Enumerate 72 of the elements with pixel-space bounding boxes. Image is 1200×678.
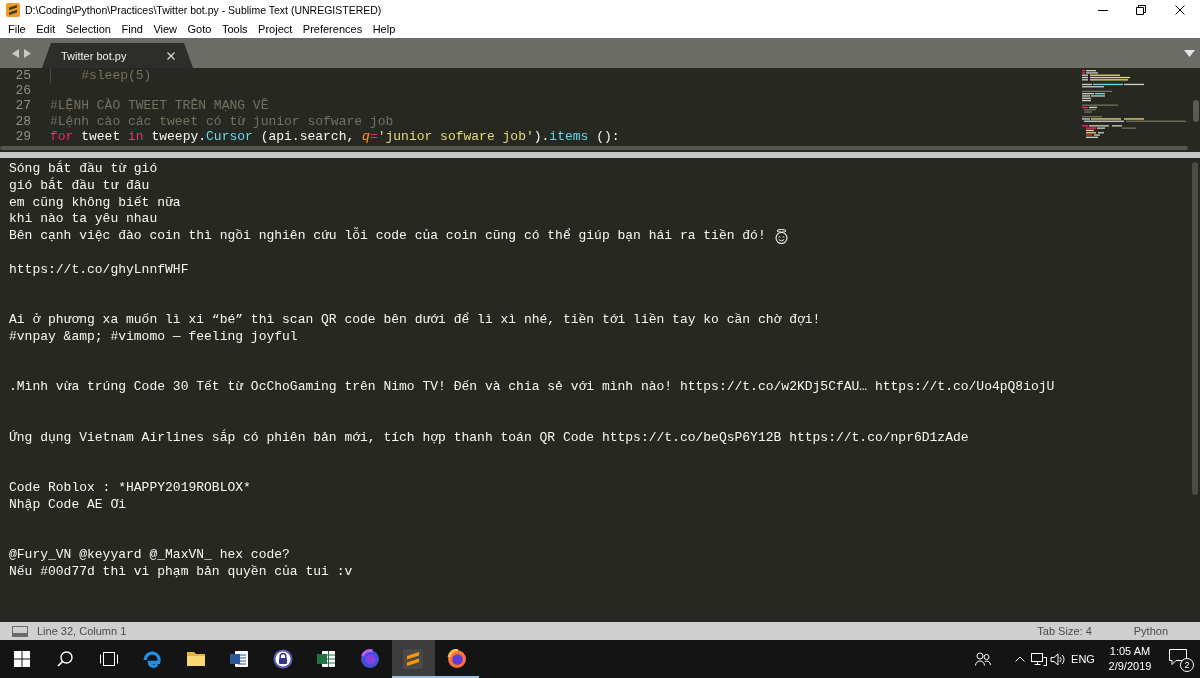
- status-text[interactable]: Tab Size: 4: [1037, 625, 1092, 637]
- scrollbar[interactable]: [0, 146, 1188, 150]
- browser-globe-icon: [446, 649, 467, 669]
- padlock-icon: [272, 649, 293, 669]
- status-text: Line 32, Column 1: [37, 625, 127, 637]
- output-line: Nếu #00d77d thì vi phạm bản quyền của tui :v: [9, 564, 353, 581]
- scrollbar[interactable]: [1192, 162, 1198, 495]
- volume-icon[interactable]: [1049, 652, 1065, 666]
- clock-time[interactable]: 1:05 AM: [1109, 644, 1151, 659]
- document-icon: [229, 649, 250, 669]
- output-line: Sóng bắt đầu từ gió: [9, 161, 158, 177]
- code-line: #LỆNH CÀO TWEET TRÊN MẠNG VỀ: [50, 98, 269, 114]
- menu-item[interactable]: Edit: [31, 21, 61, 36]
- output-line: gió bắt đầu tư đâu: [9, 177, 150, 195]
- menu-item[interactable]: View: [148, 21, 183, 36]
- output-line: em cũng không biết nữa: [9, 194, 181, 212]
- output-line: https://t.co/ghyLnnfWHF: [9, 261, 189, 279]
- language-indicator[interactable]: ENG: [1071, 653, 1095, 665]
- output-line: Ai ở phương xa muốn lì xi “bé” thì scan QR code bên dưới để lì xì nhé, tiền tới liền tay ko cần chờ đợi!: [9, 312, 821, 329]
- code-line: for tweet in tweepy.Cursor (api.search, q='junior sofware job').items ():: [50, 128, 620, 144]
- scrollbar[interactable]: [1193, 100, 1199, 122]
- people-icon[interactable]: [975, 652, 991, 666]
- file-tab[interactable]: Twitter bot.py: [42, 43, 193, 68]
- browser-icon: [142, 649, 163, 669]
- line-number: 29: [15, 128, 31, 144]
- status-text[interactable]: Python: [1133, 625, 1168, 637]
- menu-item[interactable]: Tools: [216, 21, 253, 36]
- close-icon: [1175, 4, 1185, 15]
- output-line: Nhập Code AE Ơi: [9, 496, 127, 514]
- output-line: khi nào ta yêu nhau: [9, 211, 158, 229]
- code-line: #sleep(5): [81, 68, 152, 84]
- panel-icon[interactable]: [12, 625, 28, 637]
- network-icon[interactable]: [1031, 652, 1047, 666]
- menu-item[interactable]: Help: [367, 21, 401, 36]
- taskbar-button[interactable]: [391, 640, 435, 678]
- action-center-button[interactable]: 2: [1169, 649, 1191, 669]
- restore-icon: [1136, 4, 1146, 15]
- window-title: D:\Coding\Python\Practices\Twitter bot.py - Sublime Text (UNREGISTERED): [25, 3, 382, 16]
- close-icon[interactable]: [167, 51, 175, 60]
- search-icon: [57, 651, 74, 667]
- line-number: 28: [15, 113, 31, 129]
- output-line: Code Roblox : *HAPPY2019ROBLOX*: [9, 480, 251, 497]
- menu-item[interactable]: Find: [116, 21, 149, 36]
- line-number: 27: [15, 98, 31, 114]
- minimap[interactable]: [1082, 70, 1186, 138]
- browser-globe-icon: [359, 649, 380, 669]
- output-line: .Mình vừa trúng Code 30 Tết từ OcChoGaming trên Nimo TV! Đến và chia sẻ với mình nào! https://t.co/w2KDj5CfAU… https://t.co/Uo4pQ8iojU: [9, 379, 1055, 397]
- right-arrow-icon[interactable]: [24, 48, 31, 58]
- output-line: Ứng dụng Vietnam Airlines sắp có phiên bản mới, tích hợp thanh toán QR Code https://t.co/beQsP6Y12B https://t.co/npr6D1zAde: [9, 429, 969, 447]
- menu-item[interactable]: Preferences: [297, 21, 368, 36]
- speech-bubble-icon: [1169, 649, 1187, 665]
- app-logo-icon: [6, 2, 20, 17]
- line-number: 26: [15, 83, 31, 99]
- clock-date[interactable]: 2/9/2019: [1108, 659, 1152, 674]
- chevron-up-icon[interactable]: [1015, 656, 1025, 662]
- menu-item[interactable]: Selection: [60, 21, 117, 36]
- app-logo-icon: [403, 649, 424, 669]
- output-line: Bên cạnh việc đào coin thì ngồi nghiên cứu lỗi code của coin cũng có thể giúp bạn hái ra tiền đó!: [9, 228, 766, 245]
- code-line: #Lệnh cào các tweet có từ junior sofware job: [50, 113, 394, 129]
- menu-item[interactable]: File: [2, 21, 31, 36]
- menu-item[interactable]: Goto: [182, 21, 217, 36]
- spreadsheet-icon: [316, 649, 337, 669]
- output-line: #vnpay &amp; #vimomo — feeling joyful: [9, 328, 298, 346]
- line-number: 25: [15, 68, 31, 83]
- task-view-icon: [99, 651, 118, 667]
- notification-count: 2: [1180, 658, 1194, 672]
- folder-icon: [185, 649, 206, 669]
- output-line: @Fury_VN @keyyard @_MaxVN_ hex code?: [9, 547, 290, 565]
- left-arrow-icon[interactable]: [12, 48, 19, 58]
- menu-item[interactable]: Project: [252, 21, 298, 36]
- caret-down-icon[interactable]: [1184, 49, 1195, 57]
- start-icon: [13, 651, 30, 667]
